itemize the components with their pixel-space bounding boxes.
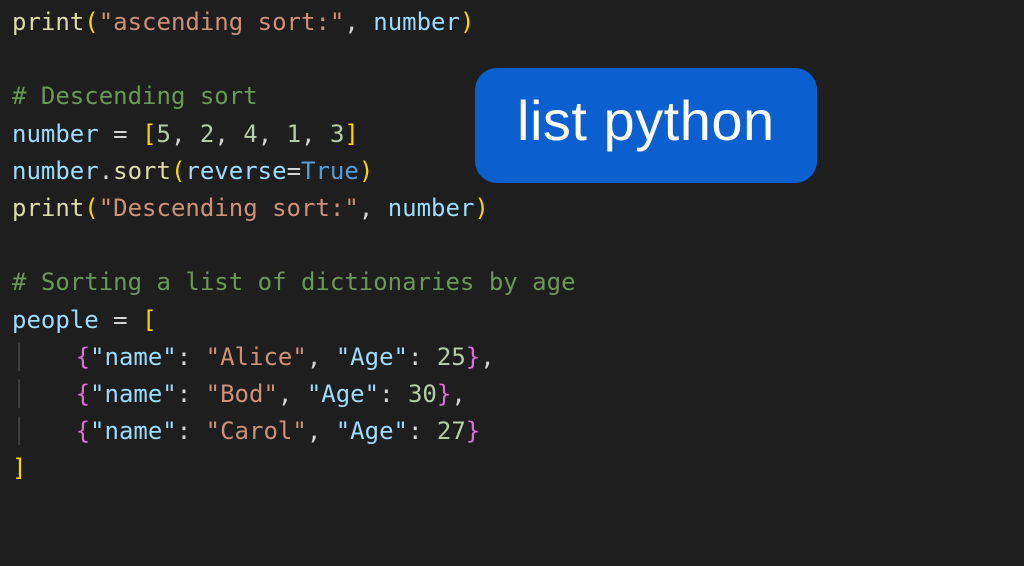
code-line: │ {"name": "Bod", "Age": 30}, [12, 380, 466, 408]
blank-line [12, 45, 26, 73]
fn-call: print [12, 8, 84, 36]
badge-label: list python [517, 89, 775, 152]
number-literal: 5 [157, 120, 171, 148]
comment: # Sorting a list of dictionaries by age [12, 268, 576, 296]
identifier: number [373, 8, 460, 36]
code-line: number = [5, 2, 4, 1, 3] [12, 120, 359, 148]
code-line: print("Descending sort:", number) [12, 194, 489, 222]
code-line: number.sort(reverse=True) [12, 157, 373, 185]
operator: = [99, 120, 142, 148]
comma: , [344, 8, 373, 36]
code-line: ] [12, 454, 26, 482]
identifier: number [12, 120, 99, 148]
method-call: sort [113, 157, 171, 185]
code-line: │ {"name": "Alice", "Age": 25}, [12, 343, 495, 371]
keyword: True [301, 157, 359, 185]
comment: # Descending sort [12, 82, 258, 110]
paren-close: ) [460, 8, 474, 36]
string-literal: "ascending sort:" [99, 8, 345, 36]
blank-line [12, 231, 26, 259]
brace-close: } [466, 343, 480, 371]
code-line: people = [ [12, 306, 157, 334]
identifier: number [12, 157, 99, 185]
code-line: │ {"name": "Carol", "Age": 27} [12, 417, 480, 445]
paren-open: ( [84, 8, 98, 36]
brace-open: { [76, 343, 90, 371]
code-line: # Sorting a list of dictionaries by age [12, 268, 576, 296]
bracket-open: [ [142, 120, 156, 148]
code-line: # Descending sort [12, 82, 258, 110]
bracket-close: ] [12, 454, 26, 482]
parameter: reverse [185, 157, 286, 185]
bracket-open: [ [142, 306, 156, 334]
code-line: print("ascending sort:", number) [12, 8, 474, 36]
bracket-close: ] [344, 120, 358, 148]
title-badge: list python [475, 68, 817, 183]
